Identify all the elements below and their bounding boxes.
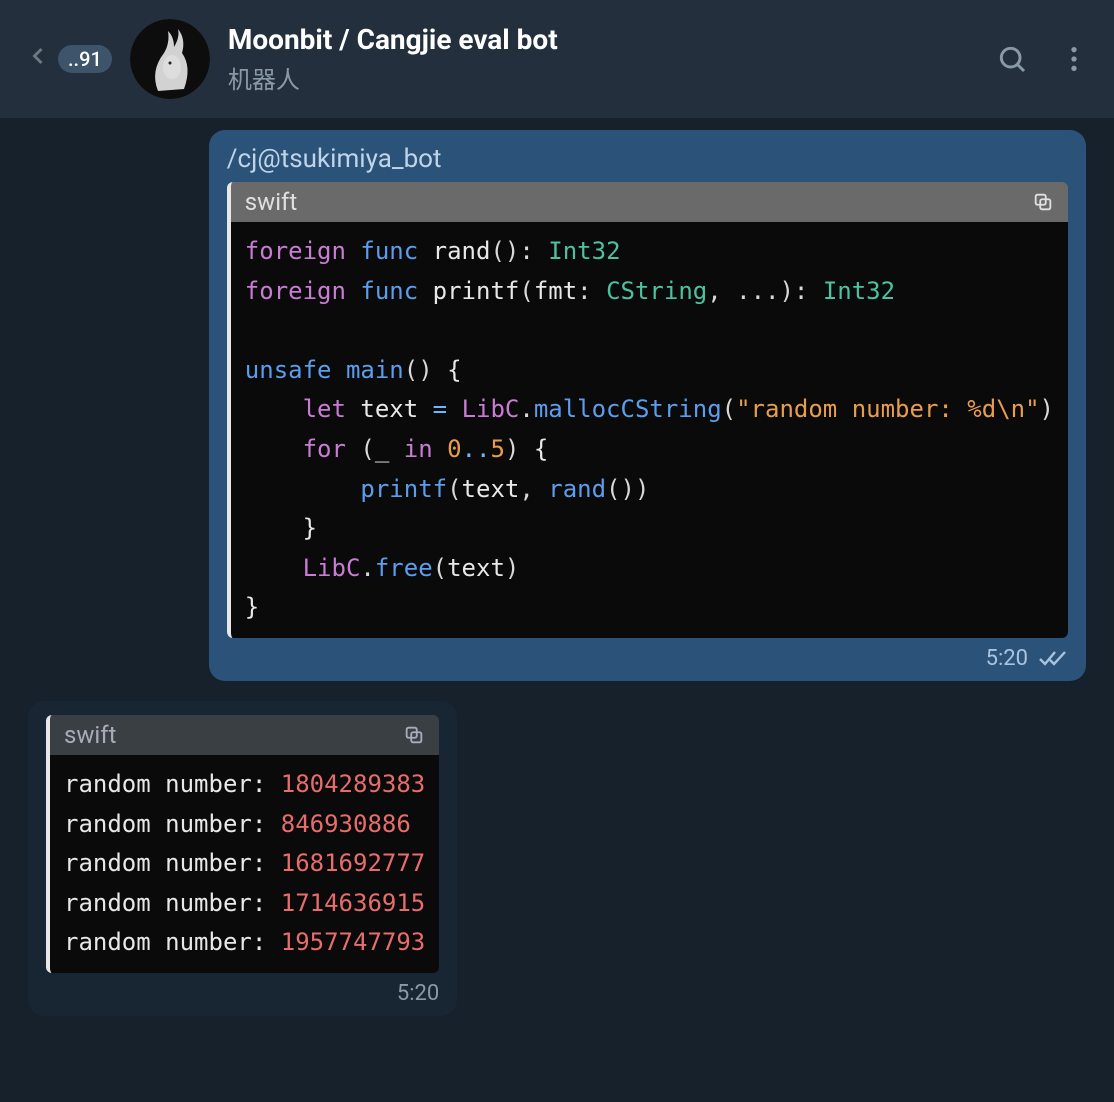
messages-container: /cj@tsukimiya_bot swift foreign func ran… [0, 118, 1114, 1028]
message-meta: 5:20 [46, 981, 439, 1006]
chat-title: Moonbit / Cangjie eval bot [228, 23, 978, 56]
chat-header: ..91 Moonbit / Cangjie eval bot 机器人 [0, 0, 1114, 118]
read-checks-icon [1038, 647, 1068, 669]
chat-subtitle: 机器人 [228, 60, 978, 95]
code-block: swift foreign func rand(): Int32 foreign… [227, 182, 1068, 638]
message-incoming[interactable]: swift random number: 1804289383 random n… [28, 701, 457, 1016]
code-lang-label: swift [245, 188, 297, 216]
code-header: swift [231, 182, 1068, 222]
more-button[interactable] [1058, 43, 1090, 75]
avatar[interactable] [130, 19, 210, 99]
back-arrow-icon [24, 40, 52, 78]
copy-icon[interactable] [403, 724, 425, 746]
message-meta: 5:20 [227, 646, 1068, 671]
code-body[interactable]: random number: 1804289383 random number:… [50, 755, 439, 973]
code-block: swift random number: 1804289383 random n… [46, 715, 439, 973]
code-body[interactable]: foreign func rand(): Int32 foreign func … [231, 222, 1068, 638]
copy-icon[interactable] [1032, 191, 1054, 213]
message-bubble: /cj@tsukimiya_bot swift foreign func ran… [209, 130, 1086, 681]
bot-command: /cj@tsukimiya_bot [227, 144, 1068, 174]
code-header: swift [50, 715, 439, 755]
back-button[interactable]: ..91 [24, 40, 112, 78]
message-time: 5:20 [397, 981, 439, 1006]
message-outgoing[interactable]: /cj@tsukimiya_bot swift foreign func ran… [209, 130, 1086, 681]
header-actions [996, 43, 1090, 75]
chat-title-group[interactable]: Moonbit / Cangjie eval bot 机器人 [228, 23, 978, 95]
message-time: 5:20 [986, 646, 1028, 671]
search-button[interactable] [996, 43, 1028, 75]
unread-badge: ..91 [58, 45, 112, 73]
message-bubble: swift random number: 1804289383 random n… [28, 701, 457, 1016]
code-lang-label: swift [64, 721, 116, 749]
